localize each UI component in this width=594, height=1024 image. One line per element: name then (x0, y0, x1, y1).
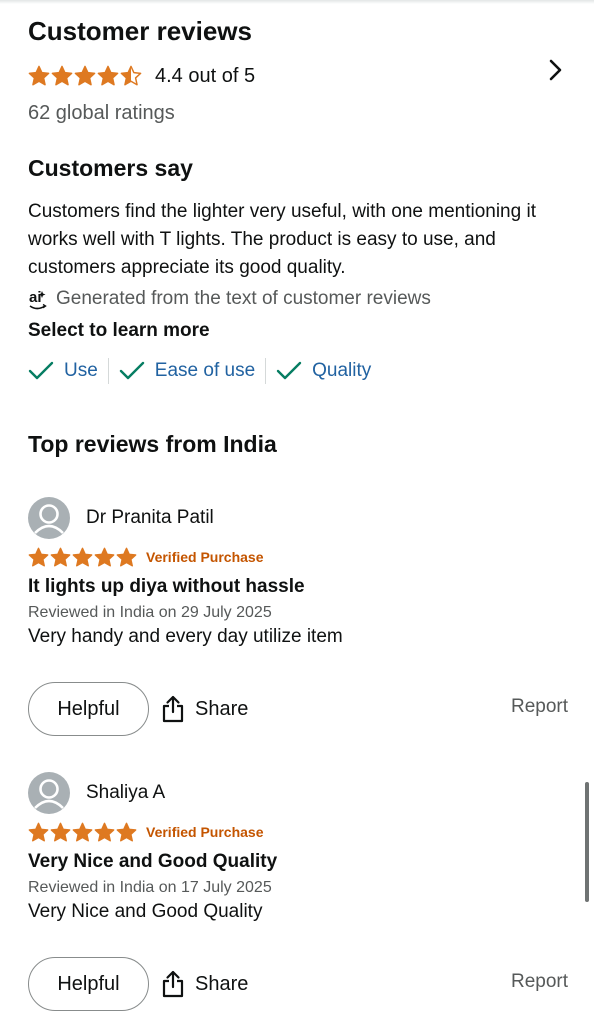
ai-icon: ai (28, 286, 50, 312)
chip-divider (107, 358, 109, 384)
select-to-learn-label: Select to learn more (28, 320, 210, 341)
checkmark-icon (276, 361, 302, 380)
average-stars (28, 65, 143, 87)
helpful-button[interactable]: Helpful (28, 682, 149, 736)
share-label: Share (195, 972, 249, 995)
rating-text: 4.4 out of 5 (155, 64, 256, 87)
customer-reviews-heading: Customer reviews (28, 16, 252, 46)
aspect-chip-ease-of-use[interactable]: Ease of use (119, 356, 255, 386)
review-body: Very Nice and Good Quality (28, 901, 263, 922)
generated-note-text: Generated from the text of customer revi… (56, 288, 431, 309)
share-label: Share (195, 697, 249, 720)
aspect-label: Use (64, 360, 98, 381)
aspect-chip-use[interactable]: Use (28, 356, 98, 386)
share-button[interactable]: Share (161, 957, 248, 1011)
star-full-icon (28, 547, 49, 567)
review-summary: Customers find the lighter very useful, … (28, 201, 536, 278)
avatar (28, 497, 70, 539)
aspect-chip-quality[interactable]: Quality (276, 356, 371, 386)
review-title[interactable]: It lights up diya without hassle (28, 576, 568, 598)
aspect-chips: Use Ease of use Quality (28, 356, 371, 386)
checkmark-icon (28, 361, 54, 380)
star-full-icon (94, 547, 115, 567)
review-date: Reviewed in India on 17 July 2025 (28, 879, 272, 896)
review-stars (28, 822, 138, 843)
star-full-icon (94, 822, 115, 842)
review-author: Shaliya A (86, 782, 166, 803)
review-author-row[interactable]: Shaliya A (28, 771, 568, 815)
report-link[interactable]: Report (511, 696, 568, 718)
review-body: Very handy and every day utilize item (28, 626, 343, 647)
top-reviews-heading: Top reviews from India (28, 431, 277, 457)
checkmark-icon (119, 361, 144, 380)
avatar (28, 772, 70, 814)
generated-note: ai Generated from the text of customer r… (28, 286, 431, 312)
star-full-icon (116, 822, 137, 842)
aspect-label: Ease of use (154, 360, 256, 381)
customers-say-heading: Customers say (28, 155, 193, 181)
global-ratings-count: 62 global ratings (28, 102, 175, 124)
helpful-button[interactable]: Helpful (28, 957, 149, 1011)
share-icon (162, 970, 184, 998)
review-title[interactable]: Very Nice and Good Quality (28, 851, 568, 873)
review-author: Dr Pranita Patil (86, 507, 214, 528)
share-icon (162, 695, 184, 723)
star-full-icon (28, 65, 50, 86)
star-full-icon (72, 822, 93, 842)
share-button[interactable]: Share (161, 682, 248, 736)
review-card: Shaliya A Verified Purchase Very Nice an… (28, 771, 568, 923)
star-full-icon (97, 65, 119, 86)
scrollbar[interactable] (585, 782, 589, 902)
star-full-icon (50, 822, 71, 842)
star-full-icon (51, 65, 73, 86)
report-link[interactable]: Report (511, 971, 568, 993)
star-full-icon (28, 822, 49, 842)
chevron-right-icon[interactable] (546, 58, 566, 82)
review-actions: Helpful Share Report (28, 682, 568, 736)
star-full-icon (50, 547, 71, 567)
chip-divider (265, 358, 267, 384)
star-full-icon (74, 65, 96, 86)
review-actions: Helpful Share Report (28, 957, 568, 1011)
aspect-label: Quality (312, 360, 372, 381)
review-author-row[interactable]: Dr Pranita Patil (28, 496, 568, 540)
star-full-icon (116, 547, 137, 567)
average-rating[interactable]: 4.4 out of 5 (28, 62, 255, 90)
verified-purchase-badge: Verified Purchase (146, 824, 264, 840)
star-full-icon (72, 547, 93, 567)
verified-purchase-badge: Verified Purchase (146, 549, 264, 565)
review-date: Reviewed in India on 29 July 2025 (28, 604, 272, 621)
review-card: Dr Pranita Patil Verified Purchase It li… (28, 496, 568, 648)
star-half-icon (120, 65, 142, 86)
review-stars (28, 547, 138, 568)
top-divider (0, 0, 594, 4)
svg-text:ai: ai (29, 289, 42, 306)
